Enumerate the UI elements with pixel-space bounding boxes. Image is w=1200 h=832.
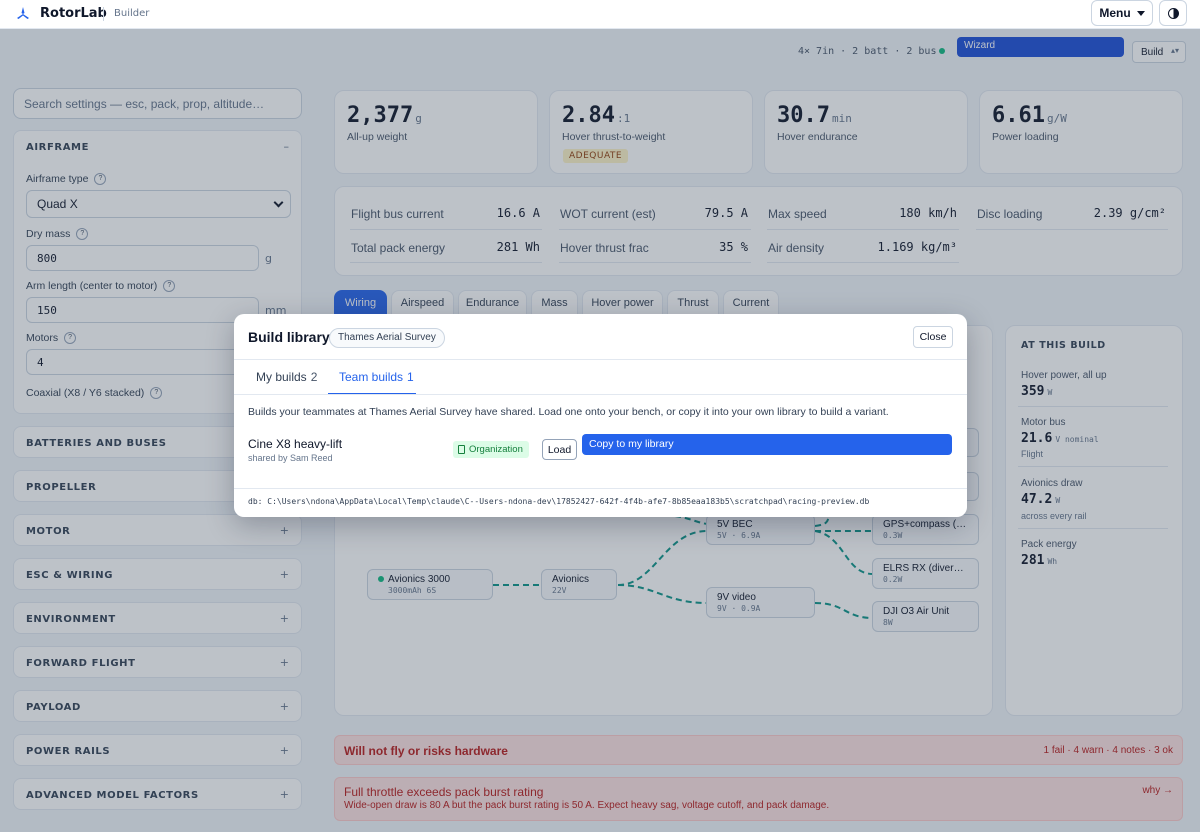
tab-label: My builds [256, 370, 307, 384]
contrast-icon [1167, 7, 1179, 19]
app-subtitle: Builder [114, 8, 150, 19]
top-bar: RotorLab Builder Menu [0, 0, 1200, 29]
copy-to-library-button[interactable]: Copy to my library [582, 434, 952, 455]
caret-down-icon [1136, 10, 1145, 16]
header-divider [103, 7, 104, 21]
modal-divider [234, 359, 967, 360]
close-button[interactable]: Close [913, 326, 953, 348]
modal-title: Build library [248, 329, 330, 345]
theme-toggle-button[interactable] [1159, 0, 1187, 26]
tab-team-builds[interactable]: Team builds 1 [339, 370, 414, 384]
visibility-badge: Organization [453, 441, 529, 458]
build-name: Cine X8 heavy-lift [248, 437, 343, 451]
build-shared-by: shared by Sam Reed [248, 453, 333, 463]
tab-label: Team builds [339, 370, 404, 384]
load-button[interactable]: Load [542, 439, 577, 460]
tab-my-builds[interactable]: My builds 2 [256, 370, 317, 384]
menu-label: Menu [1099, 6, 1131, 20]
visibility-label: Organization [469, 444, 523, 455]
tab-count: 1 [407, 370, 414, 384]
org-pill: Thames Aerial Survey [329, 328, 445, 348]
document-icon [458, 445, 465, 454]
modal-divider [234, 488, 967, 489]
database-path: db: C:\Users\ndona\AppData\Local\Temp\cl… [248, 497, 870, 506]
tab-count: 2 [310, 370, 318, 384]
menu-button[interactable]: Menu [1091, 0, 1153, 26]
modal-divider [234, 394, 967, 395]
team-builds-description: Builds your teammates at Thames Aerial S… [248, 406, 889, 418]
rotor-logo-icon [17, 7, 29, 19]
app-name: RotorLab [40, 6, 107, 21]
build-library-modal: Build library Thames Aerial Survey Close… [234, 314, 967, 517]
